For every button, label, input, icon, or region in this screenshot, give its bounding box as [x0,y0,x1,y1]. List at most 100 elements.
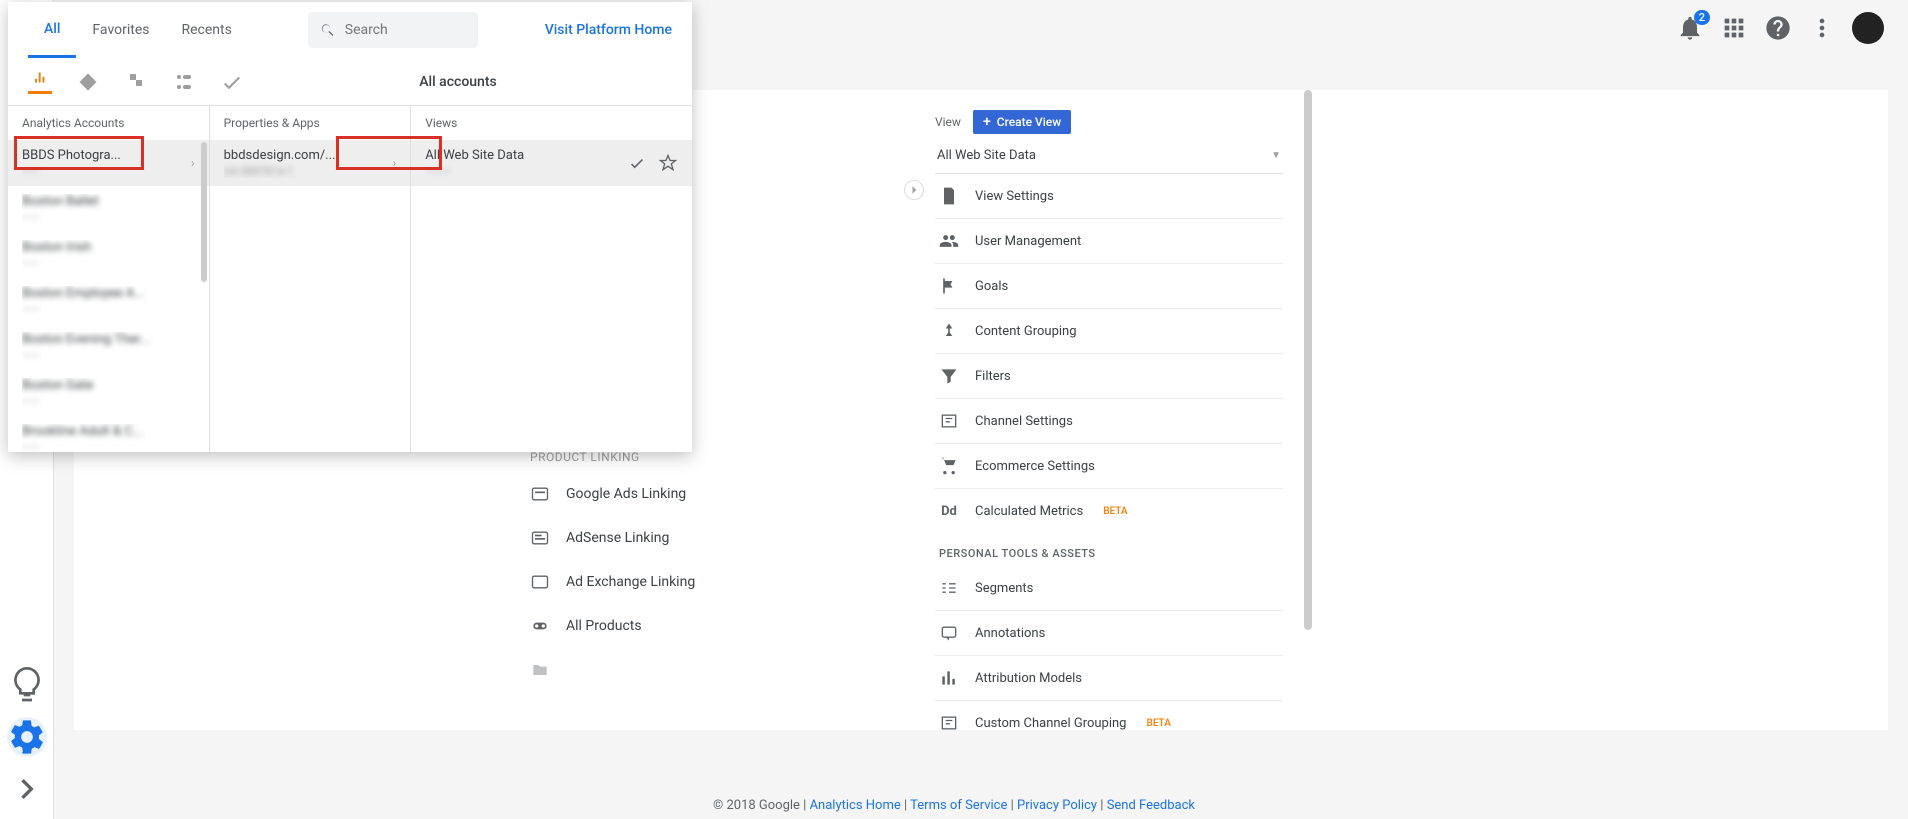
all-products[interactable]: All Products [530,604,890,648]
property-row[interactable]: bbdsdesign.com/...UA-5887814-1 › [210,140,411,186]
vitem-label: Custom Channel Grouping [975,716,1127,731]
dd-icon: Dd [939,501,959,521]
account-row[interactable]: Boston Gate—— [8,370,209,416]
help-button[interactable] [1764,14,1792,42]
vitem-label: Goals [975,279,1008,294]
chevron-right-icon: › [191,156,195,170]
beta-badge: BETA [1147,718,1171,729]
footer: © 2018 Google | Analytics Home | Terms o… [0,798,1908,813]
user-management[interactable]: User Management [935,219,1283,264]
column-slider[interactable] [904,180,924,200]
cart-icon [939,456,959,476]
apps-button[interactable] [1720,14,1748,42]
tos-link[interactable]: Terms of Service [910,798,1007,813]
star-outline-icon[interactable] [658,153,678,173]
picker-search[interactable] [308,12,478,48]
view-label: View [935,115,961,129]
account-row[interactable]: Brookline Adult & C...—— [8,416,209,452]
product-link-label: Google Ads Linking [566,486,686,502]
calculated-metrics[interactable]: DdCalculated MetricsBETA [935,489,1283,533]
create-view-label: Create View [997,115,1061,129]
segments[interactable]: Segments [935,566,1283,611]
tag-manager-product[interactable] [76,70,100,94]
avatar[interactable] [1852,12,1884,44]
vitem-label: Channel Settings [975,414,1073,429]
apps-grid-icon [1720,14,1748,42]
adsense-linking[interactable]: AdSense Linking [530,516,890,560]
visit-platform-home[interactable]: Visit Platform Home [545,22,672,38]
top-header: 2 [1676,0,1908,56]
feedback-link[interactable]: Send Feedback [1107,798,1195,813]
account-row[interactable]: BBDS Photogra...—— › [8,140,209,186]
admin-button[interactable] [7,717,47,757]
create-view-button[interactable]: + Create View [973,110,1071,134]
search-input[interactable] [345,22,466,38]
surveys-product[interactable] [220,70,244,94]
scrollbar[interactable] [1304,90,1312,630]
view-name: All Web Site Data [425,148,628,163]
tab-favorites[interactable]: Favorites [76,2,165,58]
ad-exchange-icon [530,572,550,592]
tag-icon [76,70,100,94]
goals[interactable]: Goals [935,264,1283,309]
accounts-column: Analytics Accounts BBDS Photogra...—— › … [8,106,210,452]
vitem-label: Content Grouping [975,324,1077,339]
check-icon [628,154,646,172]
channel-icon [939,411,959,431]
content-grouping[interactable]: Content Grouping [935,309,1283,354]
data-studio-icon [172,70,196,94]
analytics-icon [28,70,52,85]
scrollbar[interactable] [201,142,207,282]
filters[interactable]: Filters [935,354,1283,399]
flag-icon [939,276,959,296]
arrow-right-icon [905,181,923,199]
optimize-product[interactable] [124,70,148,94]
google-ads-linking[interactable]: Google Ads Linking [530,472,890,516]
postbacks[interactable] [530,648,890,692]
privacy-link[interactable]: Privacy Policy [1017,798,1097,813]
ad-exchange-linking[interactable]: Ad Exchange Linking [530,560,890,604]
view-row[interactable]: All Web Site Data——— [411,140,692,186]
tab-all[interactable]: All [28,2,76,58]
account-row[interactable]: Boston Evening Ther...—— [8,324,209,370]
content-grouping-icon [939,321,959,341]
vitem-label: User Management [975,234,1081,249]
tab-recents[interactable]: Recents [165,2,247,58]
annotations[interactable]: Annotations [935,611,1283,656]
account-picker: All Favorites Recents Visit Platform Hom… [8,2,692,452]
channel-settings[interactable]: Channel Settings [935,399,1283,444]
attribution-models[interactable]: Attribution Models [935,656,1283,701]
view-settings[interactable]: View Settings [935,174,1283,219]
notification-badge: 2 [1694,10,1710,25]
document-icon [939,186,959,206]
account-row[interactable]: Boston Employee A...—— [8,278,209,324]
optimize-icon [124,70,148,94]
notifications-button[interactable]: 2 [1676,14,1704,42]
plus-icon: + [983,114,991,130]
properties-header: Properties & Apps [210,106,411,140]
account-row[interactable]: Boston Ballet—— [8,186,209,232]
view-selector[interactable]: All Web Site Data ▼ [935,144,1283,174]
data-studio-product[interactable] [172,70,196,94]
check-icon [220,70,244,94]
view-panel: View + Create View All Web Site Data ▼ V… [935,110,1283,745]
segments-icon [939,578,959,598]
properties-column: Properties & Apps bbdsdesign.com/...UA-5… [210,106,412,452]
search-icon [320,21,335,39]
more-vert-icon [1808,14,1836,42]
custom-channel-grouping[interactable]: Custom Channel Grouping BETA [935,701,1283,745]
all-products-icon [530,616,550,636]
analytics-home-link[interactable]: Analytics Home [810,798,901,813]
product-linking-section: PRODUCT LINKING Google Ads Linking AdSen… [530,450,890,692]
analytics-product[interactable] [28,70,52,94]
picker-tabs: All Favorites Recents Visit Platform Hom… [8,2,692,58]
adsense-icon [530,528,550,548]
more-menu-button[interactable] [1808,14,1836,42]
bar-chart-icon [939,668,959,688]
vitem-label: Attribution Models [975,671,1082,686]
vitem-label: Annotations [975,626,1045,641]
ecommerce-settings[interactable]: Ecommerce Settings [935,444,1283,489]
account-row[interactable]: Boston Irish—— [8,232,209,278]
discover-button[interactable] [7,665,47,705]
product-link-label: AdSense Linking [566,530,669,546]
